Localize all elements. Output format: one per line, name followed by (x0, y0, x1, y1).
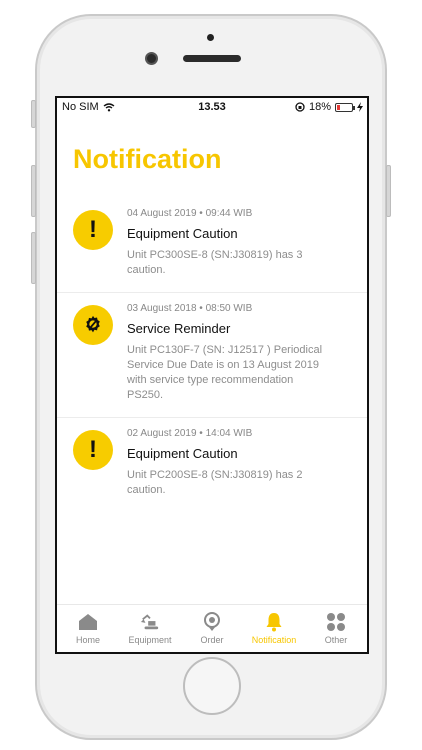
tab-label: Other (324, 635, 348, 645)
orientation-lock-icon (295, 102, 305, 112)
tab-label: Notification (251, 635, 297, 645)
exclamation-icon: ! (73, 430, 113, 470)
tab-other[interactable]: Other (305, 605, 367, 652)
order-icon (202, 612, 222, 632)
status-bar: No SIM 13.53 18% (57, 98, 367, 116)
tab-bar: Home Equipment Order Notification Other (57, 604, 367, 652)
notification-list: ! 04 August 2019 • 09:44 WIB Equipment C… (57, 198, 367, 512)
mute-switch (31, 100, 36, 128)
notification-title: Service Reminder (127, 321, 231, 336)
excavator-icon (140, 612, 160, 632)
notification-date: 02 August 2019 • 14:04 WIB (127, 428, 253, 439)
notification-message: Unit PC130F-7 (SN: J12517 ) Periodical S… (127, 344, 323, 401)
notification-date: 03 August 2018 • 08:50 WIB (127, 303, 253, 314)
exclamation-icon: ! (73, 210, 113, 250)
grid-icon (326, 612, 346, 632)
app-screen: No SIM 13.53 18% Notification ! 04 Augus… (55, 96, 369, 654)
notification-item[interactable]: ! 04 August 2019 • 09:44 WIB Equipment C… (57, 198, 367, 292)
charging-icon (357, 102, 363, 112)
tab-equipment[interactable]: Equipment (119, 605, 181, 652)
tab-home[interactable]: Home (57, 605, 119, 652)
tab-order[interactable]: Order (181, 605, 243, 652)
home-button[interactable] (183, 657, 241, 715)
volume-up-button (31, 165, 36, 217)
proximity-sensor (207, 34, 214, 41)
power-button (386, 165, 391, 217)
notification-message: Unit PC300SE-8 (SN:J30819) has 3 caution… (127, 249, 303, 276)
tab-label: Equipment (128, 635, 172, 645)
bell-icon (264, 612, 284, 632)
notification-date: 04 August 2019 • 09:44 WIB (127, 208, 253, 219)
earpiece-speaker (183, 55, 241, 62)
volume-down-button (31, 232, 36, 284)
page-title: Notification (73, 144, 222, 174)
battery-percent: 18% (308, 101, 331, 113)
notification-message: Unit PC200SE-8 (SN:J30819) has 2 caution… (127, 469, 303, 496)
home-icon (78, 612, 98, 632)
notification-title: Equipment Caution (127, 226, 238, 241)
tab-notification[interactable]: Notification (243, 605, 305, 652)
battery-icon (335, 102, 355, 112)
notification-title: Equipment Caution (127, 446, 238, 461)
notification-item[interactable]: ! 02 August 2019 • 14:04 WIB Equipment C… (57, 417, 367, 512)
tab-label: Home (75, 635, 100, 645)
front-camera (145, 52, 158, 65)
tab-label: Order (200, 635, 224, 645)
gear-wrench-icon (73, 305, 113, 345)
notification-item[interactable]: 03 August 2018 • 08:50 WIB Service Remin… (57, 292, 367, 417)
